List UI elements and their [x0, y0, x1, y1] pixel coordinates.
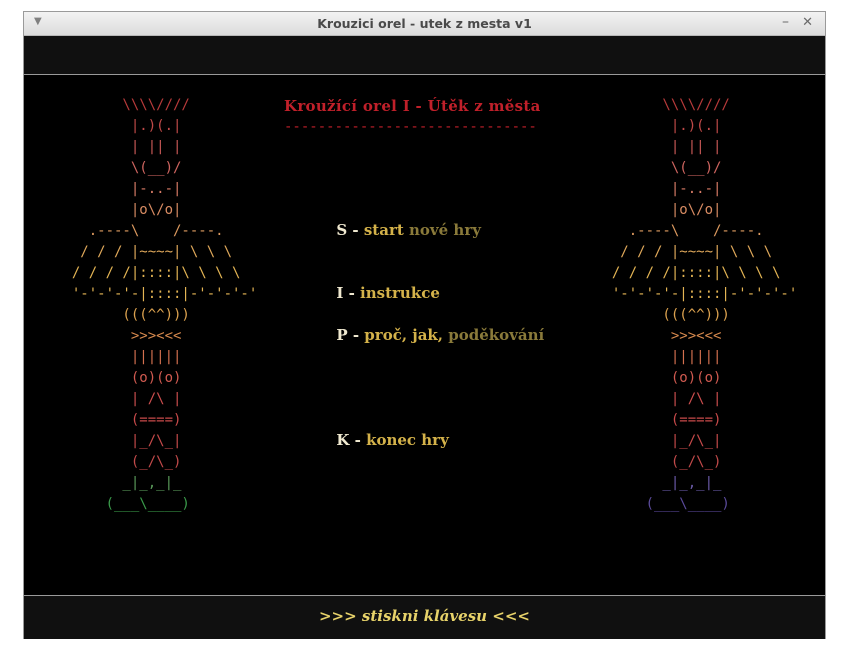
totem-line: \\\\////: [595, 97, 730, 113]
totem-line: .----\ /----.: [595, 223, 764, 239]
totem-line: _|_,_|_: [55, 475, 182, 491]
menu-label-part: poděkování: [448, 326, 545, 344]
window-title: Krouzici orel - utek z mesta v1: [317, 16, 532, 31]
menu-key: S: [336, 221, 348, 239]
totem-line: \(__)/: [595, 160, 722, 176]
totem-line: (====): [55, 412, 182, 428]
totem-ascii-right: \\\\//// |.)(.| | || | \(__)/ |-..-| |o\…: [595, 95, 797, 515]
totem-line: |o\/o|: [595, 202, 722, 218]
menu-key: P: [336, 326, 348, 344]
menu-label: konec hry: [366, 431, 449, 449]
totem-line: | /\ |: [55, 391, 182, 407]
totem-line: / / / |~~~~| \ \ \: [595, 244, 773, 260]
menu-label-part: instrukce: [360, 284, 440, 302]
top-status-bar: [24, 36, 825, 75]
menu-item-about[interactable]: P - proč, jak, poděkování: [305, 308, 544, 362]
totem-line: \\\\////: [55, 97, 190, 113]
totem-line: (((^^))): [55, 307, 190, 323]
menu-separator: -: [347, 221, 364, 239]
totem-line: |_/\_|: [595, 433, 722, 449]
menu-separator: -: [343, 284, 361, 302]
totem-line: (_/\_): [55, 454, 182, 470]
totem-line: |.)(.|: [595, 118, 722, 134]
menu-separator: -: [347, 326, 365, 344]
press-key-prompt: >>> stiskni klávesu <<<: [318, 607, 530, 625]
menu-label-part: start: [363, 221, 410, 239]
totem-line: (((^^))): [595, 307, 730, 323]
totem-line: >>><<<: [55, 328, 182, 344]
title-bar[interactable]: ▼ Krouzici orel - utek z mesta v1 – ✕: [24, 12, 825, 36]
menu-item-start[interactable]: S - start nové hry: [305, 203, 481, 257]
menu-item-quit[interactable]: K - konec hry: [305, 413, 449, 467]
totem-line: |_/\_|: [55, 433, 182, 449]
game-window: ▼ Krouzici orel - utek z mesta v1 – ✕ \\…: [23, 11, 826, 639]
totem-line: \(__)/: [55, 160, 182, 176]
game-screen: \\\\//// |.)(.| | || | \(__)/ |-..-| |o\…: [24, 75, 825, 595]
totem-line: (___\____): [595, 496, 730, 512]
totem-line: (o)(o): [55, 370, 182, 386]
close-button[interactable]: ✕: [802, 15, 813, 30]
totem-line: / / / /|::::|\ \ \ \: [55, 265, 241, 281]
totem-line: | /\ |: [595, 391, 722, 407]
menu-label: instrukce: [360, 284, 440, 302]
menu-label-part: proč, jak,: [364, 326, 449, 344]
game-title: Kroužící orel I - Útěk z města: [284, 97, 541, 115]
totem-line: |o\/o|: [55, 202, 182, 218]
totem-line: (o)(o): [595, 370, 722, 386]
totem-line: (====): [595, 412, 722, 428]
totem-line: _|_,_|_: [595, 475, 722, 491]
totem-line: '-'-'-'-|::::|-'-'-'-': [595, 286, 798, 302]
totem-line: / / / /|::::|\ \ \ \: [595, 265, 781, 281]
totem-line: >>><<<: [595, 328, 722, 344]
totem-ascii-left: \\\\//// |.)(.| | || | \(__)/ |-..-| |o\…: [55, 95, 257, 515]
menu-label: proč, jak, poděkování: [364, 326, 544, 344]
totem-line: | || |: [55, 139, 182, 155]
totem-line: .----\ /----.: [55, 223, 224, 239]
menu-separator: -: [349, 431, 367, 449]
totem-line: (_/\_): [595, 454, 722, 470]
totem-line: |.)(.|: [55, 118, 182, 134]
totem-line: (___\____): [55, 496, 190, 512]
totem-line: '-'-'-'-|::::|-'-'-'-': [55, 286, 258, 302]
menu-key: K: [336, 431, 350, 449]
totem-line: |-..-|: [595, 181, 722, 197]
totem-line: |-..-|: [55, 181, 182, 197]
menu-label: start nové hry: [364, 221, 481, 239]
title-underline: ------------------------------: [284, 119, 537, 133]
totem-line: ||||||: [55, 349, 182, 365]
totem-line: / / / |~~~~| \ \ \: [55, 244, 233, 260]
minimize-button[interactable]: –: [782, 14, 789, 30]
totem-line: ||||||: [595, 349, 722, 365]
menu-label-part: nové hry: [409, 221, 481, 239]
totem-line: | || |: [595, 139, 722, 155]
menu-label-part: konec hry: [366, 431, 449, 449]
bottom-status-bar: >>> stiskni klávesu <<<: [24, 595, 825, 639]
